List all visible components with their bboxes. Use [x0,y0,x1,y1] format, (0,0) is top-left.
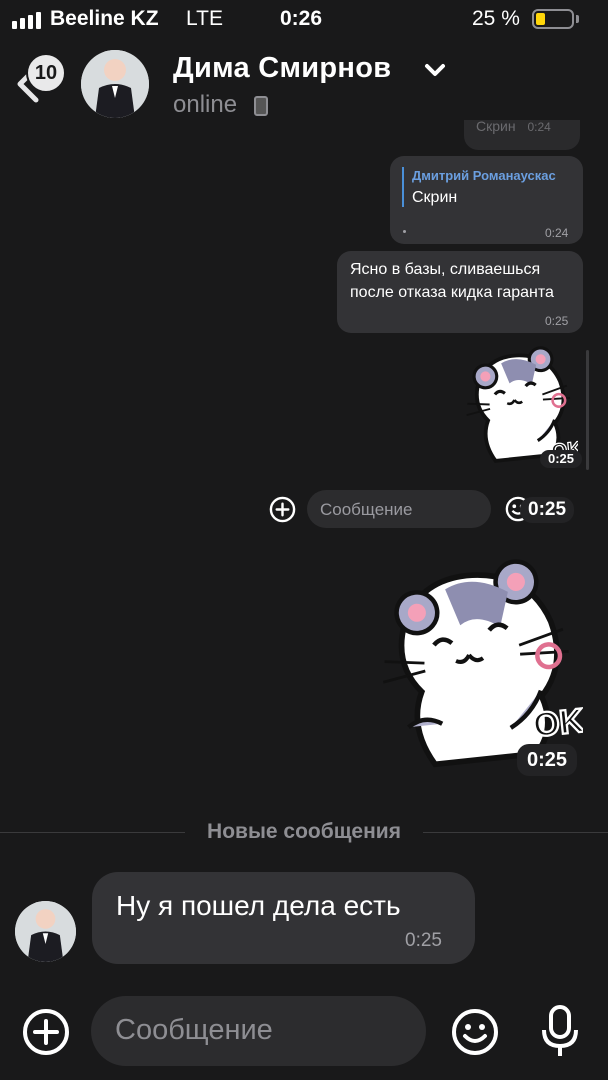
message-time: 0:25 [545,314,569,328]
reply-author: Дмитрий Романаускас [412,168,556,183]
reply-quoted-text: Скрин [412,189,458,206]
dot-mark [403,230,406,233]
message-input-overlay[interactable]: Сообщение [307,490,491,528]
message-input[interactable]: Сообщение [91,996,426,1066]
outgoing-message-text: Ясно в базы, сливаешься после отказа кид… [350,261,554,301]
chevron-down-icon[interactable] [424,62,446,78]
new-messages-label: Новые сообщения [0,820,608,844]
status-bar: Beeline KZ LTE 0:26 25 % [0,0,608,40]
emoji-smile-icon[interactable] [450,1007,500,1057]
sticker-time: 0:25 [517,744,578,776]
sender-avatar[interactable] [15,901,76,962]
reply-quote-bar [402,167,404,207]
network-type: LTE [186,7,223,30]
unread-count-badge[interactable]: 10 [26,53,66,93]
sticker-time: 0:25 [540,450,583,468]
microphone-icon[interactable] [539,1004,581,1060]
battery-percent: 25 % [472,7,520,30]
incoming-message-text: Ну я пошел дела есть [116,890,401,921]
battery-tip [576,15,579,23]
scroll-indicator [586,350,589,470]
partial-message-text: Скрин 0:24 [476,118,551,134]
mobile-device-icon [254,96,268,116]
contact-name[interactable]: Дима Смирнов [173,52,391,85]
contact-status: online [173,91,238,118]
contact-avatar[interactable] [81,50,149,118]
message-time: 0:25 [405,930,442,951]
message-time: 0:24 [545,226,569,240]
sticker-time-overlay: 0:25 [520,497,575,523]
carrier-name: Beeline KZ [50,7,159,30]
battery-icon [532,9,574,29]
sticker-ok-text: OK [531,702,583,745]
clock: 0:26 [280,7,323,30]
cellular-signal-icon [12,12,41,29]
attach-plus-icon[interactable] [21,1007,71,1057]
attach-plus-icon[interactable] [269,496,296,523]
